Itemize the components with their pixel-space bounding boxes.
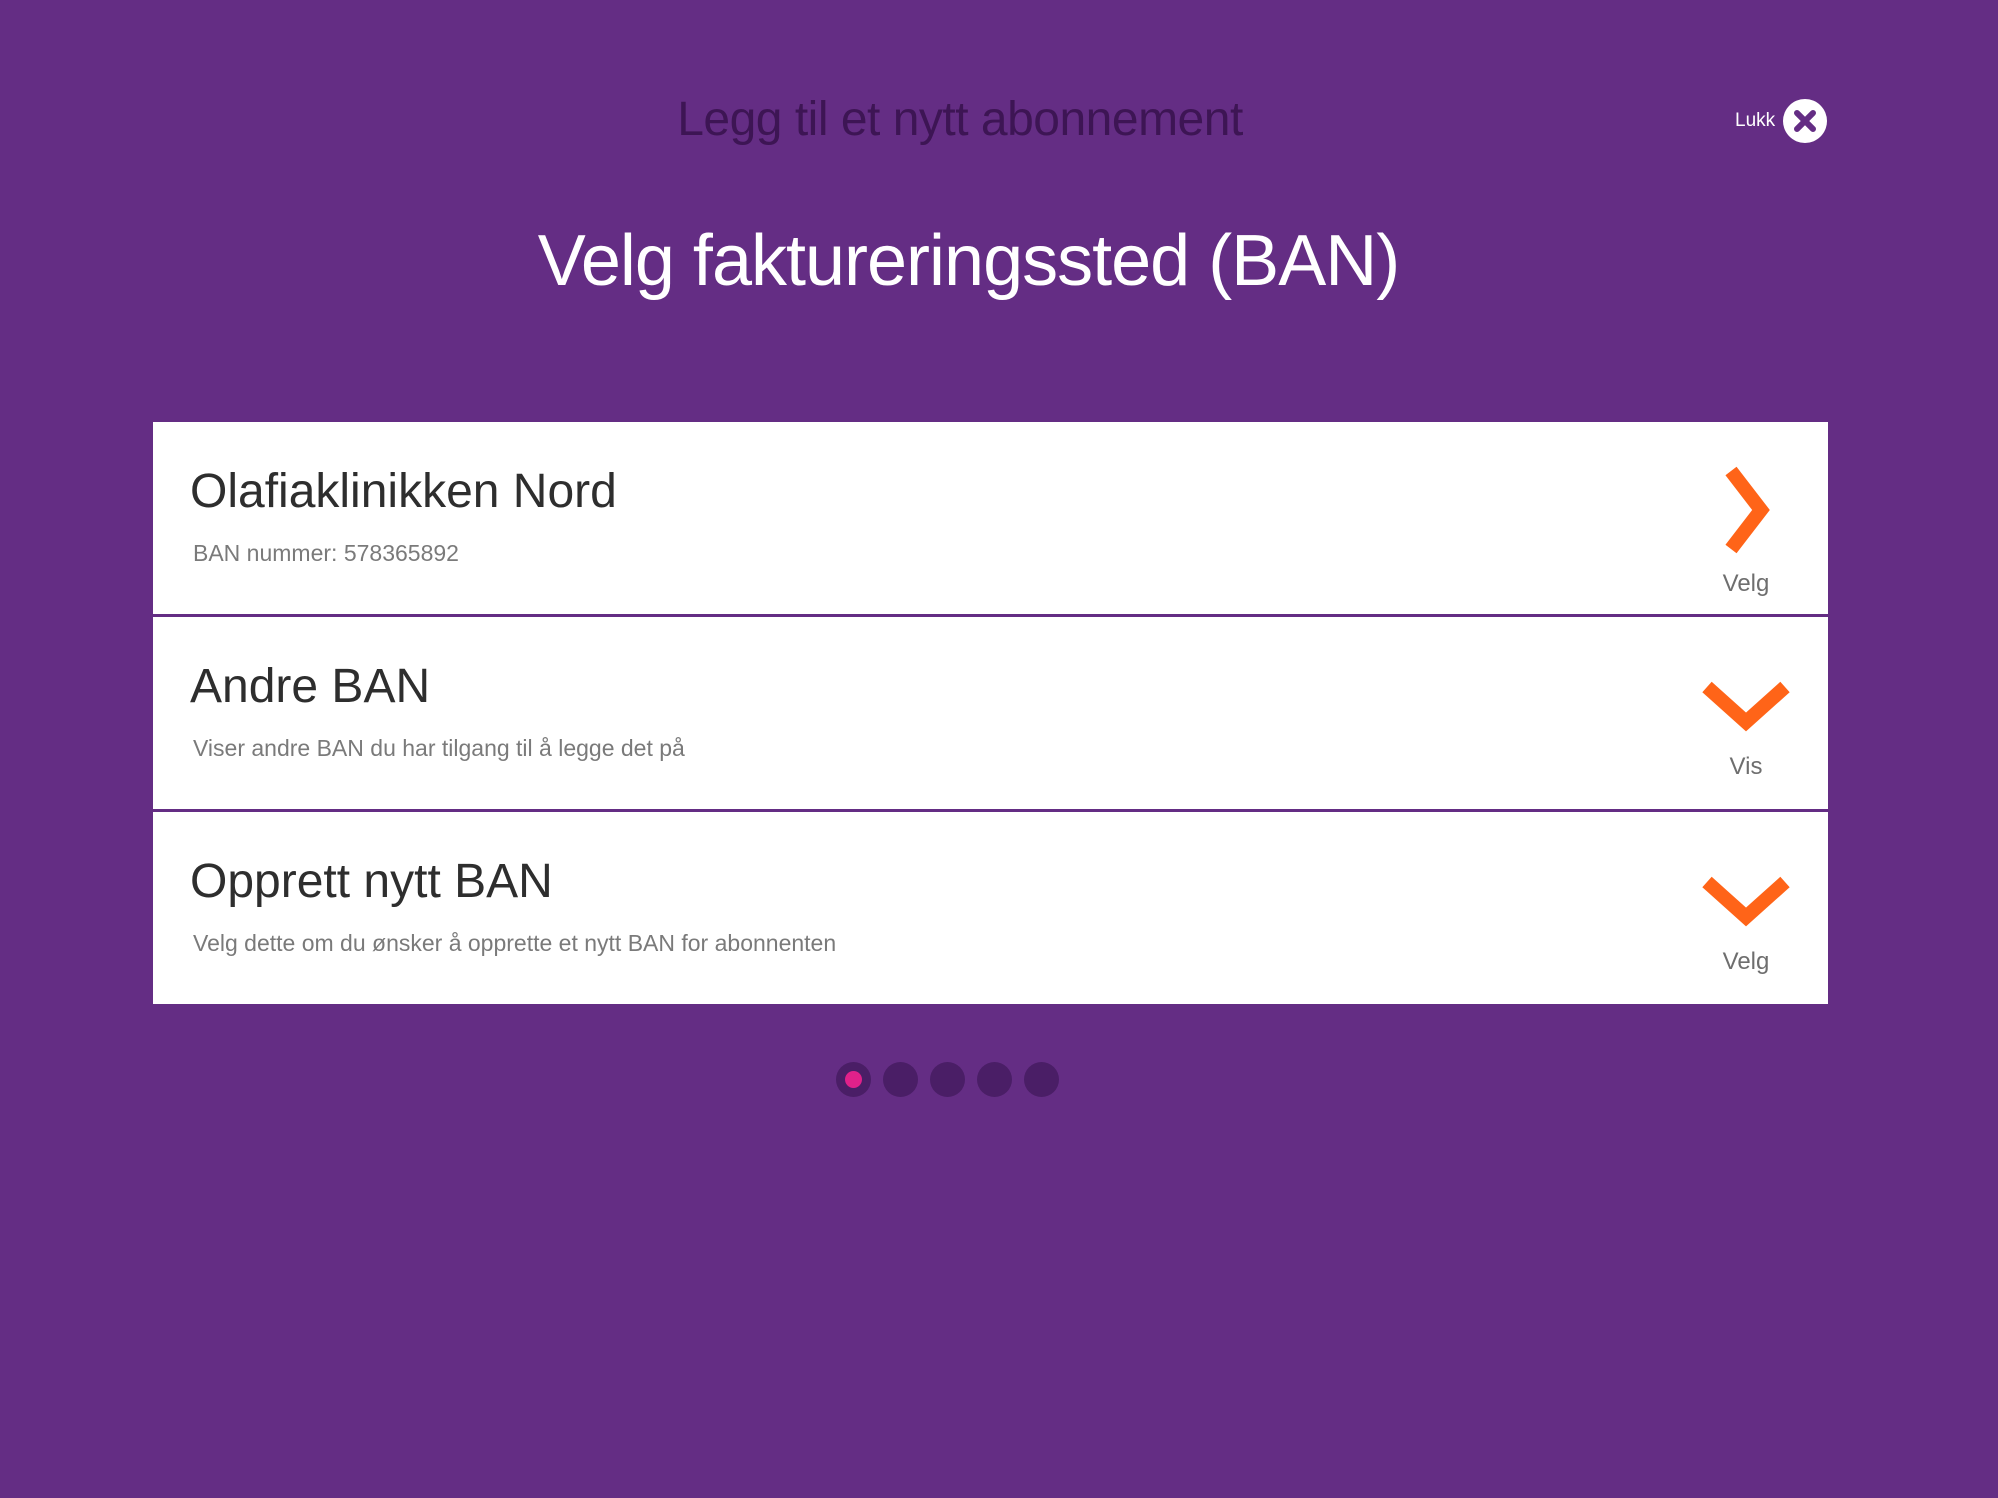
- option-subtitle: Viser andre BAN du har tilgang til å leg…: [193, 735, 685, 761]
- page-dot-1[interactable]: [836, 1062, 871, 1097]
- ban-option-andre-ban[interactable]: Andre BAN Viser andre BAN du har tilgang…: [153, 617, 1828, 809]
- select-action[interactable]: Velg: [1701, 422, 1791, 614]
- page-title: Velg faktureringssted (BAN): [537, 221, 1400, 301]
- option-subtitle: Velg dette om du ønsker å opprette et ny…: [193, 930, 837, 956]
- select-action[interactable]: Velg: [1701, 812, 1791, 1004]
- show-action[interactable]: Vis: [1701, 617, 1791, 809]
- pagination-dots: [836, 1062, 1071, 1097]
- close-icon[interactable]: [1783, 99, 1828, 143]
- ban-option-olafiaklinikken-nord[interactable]: Olafiaklinikken Nord BAN nummer: 5783658…: [153, 422, 1828, 614]
- option-subtitle: BAN nummer: 578365892: [193, 540, 459, 566]
- chevron-down-icon: [1702, 876, 1790, 927]
- option-title: Andre BAN: [190, 660, 431, 713]
- option-title: Olafiaklinikken Nord: [190, 465, 617, 518]
- page-dot-3[interactable]: [930, 1062, 965, 1097]
- page-dot-2[interactable]: [883, 1062, 918, 1097]
- chevron-right-icon: [1725, 466, 1770, 554]
- action-label: Velg: [1722, 948, 1770, 975]
- close-label: Lukk: [1735, 110, 1776, 131]
- option-title: Opprett nytt BAN: [190, 855, 553, 908]
- action-label: Vis: [1729, 753, 1763, 780]
- header-title: Legg til et nytt abonnement: [677, 93, 1243, 146]
- close-button[interactable]: Lukk: [1735, 99, 1828, 143]
- chevron-down-icon: [1702, 681, 1790, 732]
- ban-option-list: Olafiaklinikken Nord BAN nummer: 5783658…: [153, 422, 1828, 1004]
- page-dot-5[interactable]: [1024, 1062, 1059, 1097]
- ban-option-opprett-nytt[interactable]: Opprett nytt BAN Velg dette om du ønsker…: [153, 812, 1828, 1004]
- page-dot-4[interactable]: [977, 1062, 1012, 1097]
- action-label: Velg: [1722, 570, 1770, 597]
